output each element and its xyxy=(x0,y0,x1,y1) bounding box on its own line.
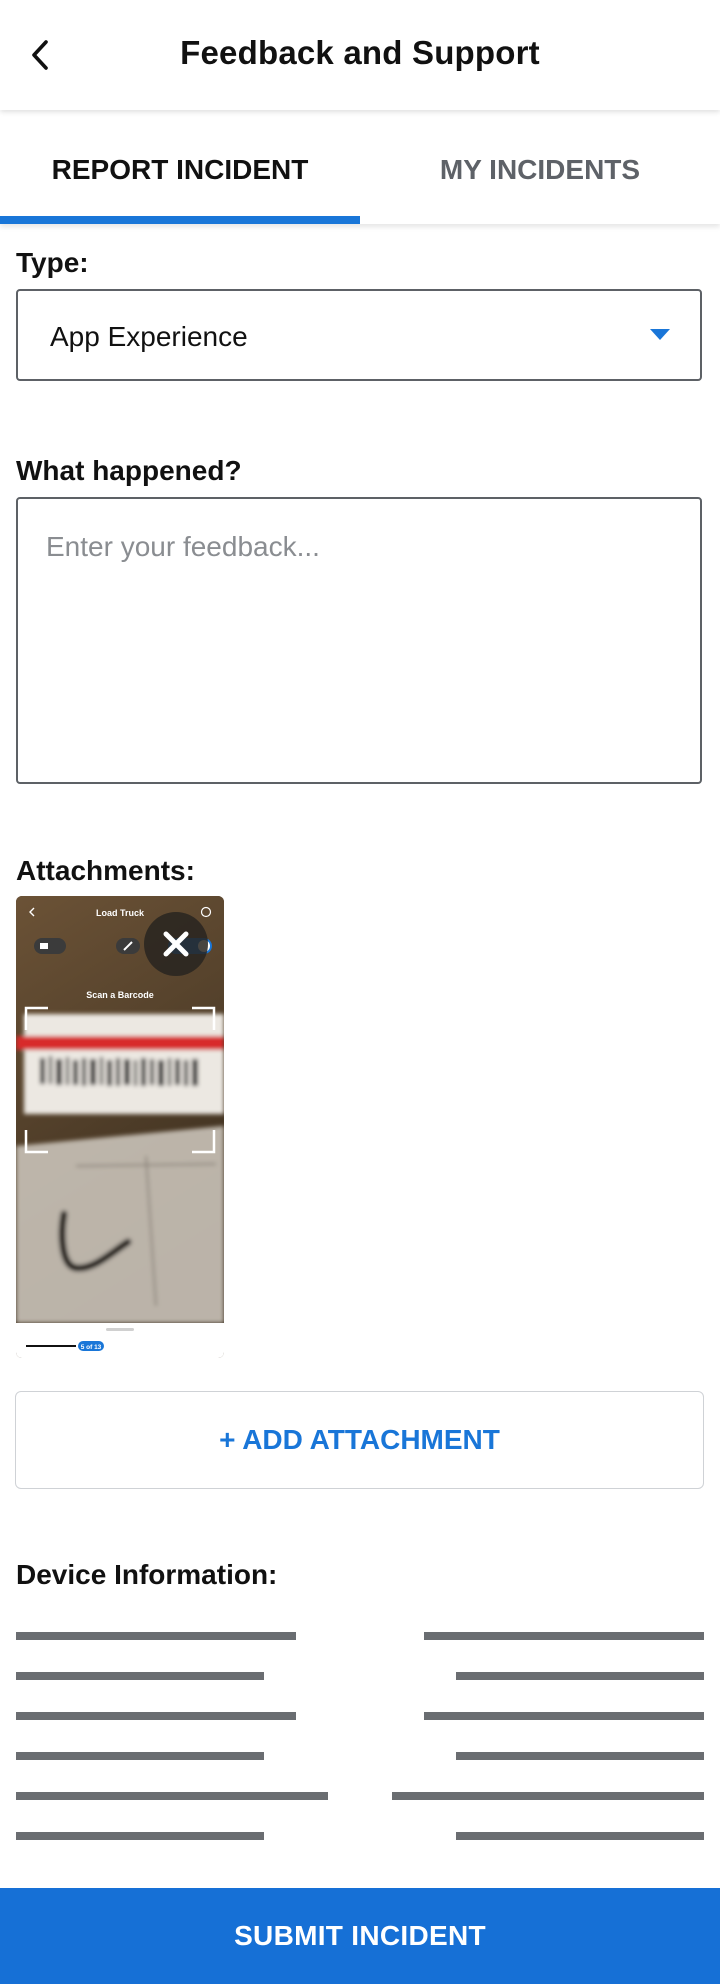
active-tab-indicator xyxy=(0,216,360,224)
redacted-key xyxy=(16,1672,264,1680)
add-attachment-button[interactable]: + ADD ATTACHMENT xyxy=(15,1391,704,1489)
type-label: Type: xyxy=(16,247,89,278)
top-app-bar: Feedback and Support xyxy=(0,0,720,110)
submit-incident-button[interactable]: SUBMIT INCIDENT xyxy=(0,1888,720,1984)
feedback-textarea[interactable] xyxy=(16,497,702,784)
type-select[interactable]: App Experience xyxy=(16,289,702,381)
device-information-label: Device Information: xyxy=(16,1559,278,1590)
redacted-key xyxy=(16,1712,296,1720)
thumb-scan-label: Scan a Barcode xyxy=(86,990,154,1000)
type-select-value: App Experience xyxy=(50,321,248,352)
what-happened-label: What happened? xyxy=(16,455,242,486)
thumb-page-badge: 5 of 13 xyxy=(81,1344,102,1351)
redacted-value xyxy=(424,1632,704,1640)
attachments-label: Attachments: xyxy=(16,855,195,886)
attachment-thumbnail[interactable]: Load Truck Scan a Barcode 5 of 13 xyxy=(16,896,224,1358)
page-title: Feedback and Support xyxy=(180,34,540,71)
close-icon xyxy=(163,931,189,957)
remove-attachment-button[interactable] xyxy=(144,912,208,976)
thumb-screen-title: Load Truck xyxy=(96,908,145,918)
redacted-value xyxy=(456,1672,704,1680)
tab-my-incidents[interactable]: MY INCIDENTS xyxy=(360,112,720,224)
redacted-key xyxy=(16,1632,296,1640)
redacted-key xyxy=(16,1832,264,1840)
redacted-value xyxy=(392,1792,704,1800)
tab-report-incident[interactable]: REPORT INCIDENT xyxy=(0,112,360,224)
redacted-key xyxy=(16,1752,264,1760)
redacted-value xyxy=(456,1752,704,1760)
redacted-value xyxy=(456,1832,704,1840)
redacted-key xyxy=(16,1792,328,1800)
redacted-value xyxy=(424,1712,704,1720)
dropdown-arrow-icon xyxy=(650,329,670,340)
tab-bar: REPORT INCIDENT MY INCIDENTS xyxy=(0,112,720,224)
